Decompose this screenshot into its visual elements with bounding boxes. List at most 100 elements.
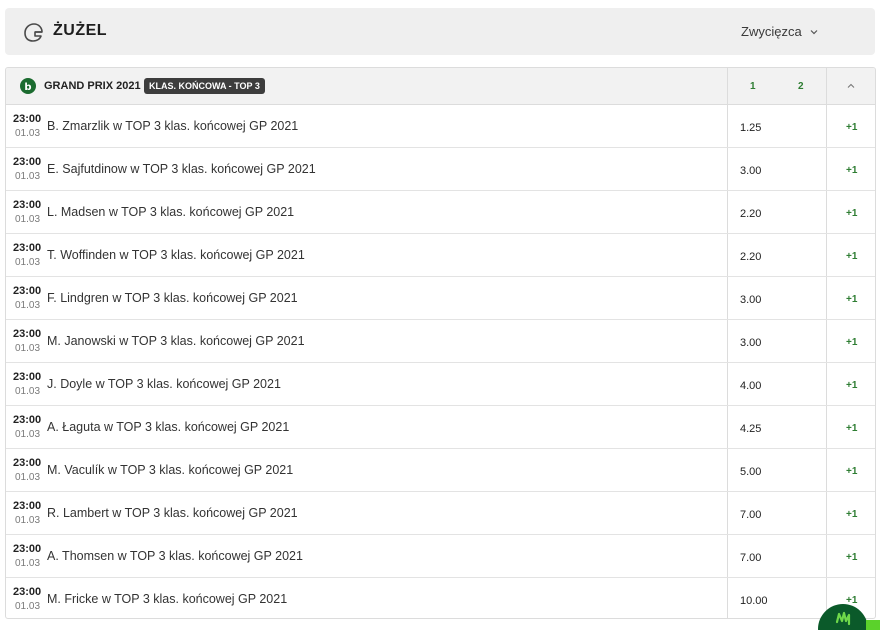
event-name[interactable]: T. Woffinden w TOP 3 klas. końcowej GP 2… — [47, 248, 305, 262]
event-time: 23:00 — [13, 156, 42, 168]
odds-button[interactable]: 2.20 — [727, 234, 826, 276]
event-date: 01.03 — [15, 214, 41, 225]
event-time: 23:00 — [13, 586, 42, 598]
more-markets-count: +1 — [846, 337, 858, 348]
page-title: ŻUŻEL — [53, 22, 108, 39]
more-markets-button[interactable]: +1 — [826, 449, 875, 491]
odds-button[interactable]: 7.00 — [727, 492, 826, 534]
more-markets-button[interactable]: +1 — [826, 406, 875, 448]
event-name[interactable]: J. Doyle w TOP 3 klas. końcowej GP 2021 — [47, 377, 281, 391]
helmet-icon — [24, 23, 43, 42]
more-markets-button[interactable]: +1 — [826, 234, 875, 276]
event-date: 01.03 — [15, 300, 41, 311]
odds-button[interactable]: 7.00 — [727, 535, 826, 577]
odds-button[interactable]: 5.00 — [727, 449, 826, 491]
event-name[interactable]: A. Łaguta w TOP 3 klas. końcowej GP 2021 — [47, 420, 289, 434]
event-time: 23:00 — [13, 242, 42, 254]
event-name[interactable]: R. Lambert w TOP 3 klas. końcowej GP 202… — [47, 506, 298, 520]
odds-value: 2.20 — [740, 251, 762, 263]
more-markets-count: +1 — [846, 165, 858, 176]
collapse-button[interactable] — [826, 68, 875, 104]
more-markets-button[interactable]: +1 — [826, 277, 875, 319]
table-row: 23:00 01.03 A. Thomsen w TOP 3 klas. końco… — [6, 535, 875, 578]
odds-button[interactable]: 10.00 — [727, 578, 826, 618]
chevron-down-icon — [810, 29, 818, 34]
chevron-up-icon — [847, 83, 855, 88]
event-date: 01.03 — [15, 386, 41, 397]
more-markets-button[interactable]: +1 — [826, 105, 875, 147]
event-name[interactable]: A. Thomsen w TOP 3 klas. końcowej GP 202… — [47, 549, 303, 563]
odds-button[interactable]: 4.00 — [727, 363, 826, 405]
more-markets-button[interactable]: +1 — [826, 363, 875, 405]
svg-text:b: b — [24, 82, 31, 93]
event-name[interactable]: M. Fricke w TOP 3 klas. końcowej GP 2021 — [47, 592, 287, 606]
odds-button[interactable]: 3.00 — [727, 148, 826, 190]
event-date: 01.03 — [15, 257, 41, 268]
odds-value: 7.00 — [740, 552, 762, 564]
odds-button[interactable]: 4.25 — [727, 406, 826, 448]
column-header-1: 1 — [750, 81, 756, 92]
table-row: 23:00 01.03 R. Lambert w TOP 3 klas. końco… — [6, 492, 875, 535]
event-time: 23:00 — [13, 328, 42, 340]
more-markets-count: +1 — [846, 552, 858, 563]
event-date: 01.03 — [15, 472, 41, 483]
odds-button[interactable]: 2.20 — [727, 191, 826, 233]
table-row: 23:00 01.03 M. Vaculík w TOP 3 klas. końco… — [6, 449, 875, 492]
odds-button[interactable]: 3.00 — [727, 320, 826, 362]
event-name[interactable]: M. Janowski w TOP 3 klas. końcowej GP 20… — [47, 334, 305, 348]
event-time: 23:00 — [13, 500, 42, 512]
event-date: 01.03 — [15, 601, 41, 612]
odds-value: 4.00 — [740, 380, 762, 392]
odds-button[interactable]: 1.25 — [727, 105, 826, 147]
event-date: 01.03 — [15, 343, 41, 354]
more-markets-button[interactable]: +1 — [826, 492, 875, 534]
chat-fab-icon — [835, 611, 851, 626]
event-name[interactable]: E. Sajfutdinow w TOP 3 klas. końcowej GP… — [47, 162, 316, 176]
sport-header: ŻUŻEL Zwycięzca — [5, 8, 875, 55]
event-list: 23:00 01.03 B. Zmarzlik w TOP 3 klas. końc… — [6, 105, 875, 618]
more-markets-button[interactable]: +1 — [826, 148, 875, 190]
odds-value: 5.00 — [740, 466, 762, 478]
column-header-2: 2 — [798, 81, 804, 92]
event-time: 23:00 — [13, 285, 42, 297]
odds-button[interactable]: 3.00 — [727, 277, 826, 319]
event-time: 23:00 — [13, 457, 42, 469]
event-time: 23:00 — [13, 199, 42, 211]
more-markets-button[interactable]: +1 — [826, 535, 875, 577]
event-time: 23:00 — [13, 414, 42, 426]
odds-value: 3.00 — [740, 337, 762, 349]
event-time: 23:00 — [13, 113, 42, 125]
more-markets-count: +1 — [846, 509, 858, 520]
more-markets-button[interactable]: +1 — [826, 191, 875, 233]
more-markets-count: +1 — [846, 466, 858, 477]
table-row: 23:00 01.03 A. Łaguta w TOP 3 klas. końcow… — [6, 406, 875, 449]
league-header: b GRAND PRIX 2021 KLAS. KOŃCOWA - TOP 3 … — [6, 68, 875, 105]
table-row: 23:00 01.03 T. Woffinden w TOP 3 klas. koń… — [6, 234, 875, 277]
event-name[interactable]: B. Zmarzlik w TOP 3 klas. końcowej GP 20… — [47, 119, 298, 133]
more-markets-button[interactable]: +1 — [826, 320, 875, 362]
league-name: GRAND PRIX 2021 — [44, 80, 141, 92]
chat-fab-button[interactable] — [818, 604, 868, 630]
odds-value: 1.25 — [740, 122, 762, 134]
column-divider — [727, 68, 728, 104]
more-markets-count: +1 — [846, 251, 858, 262]
event-date: 01.03 — [15, 515, 41, 526]
event-name[interactable]: M. Vaculík w TOP 3 klas. końcowej GP 202… — [47, 463, 293, 477]
table-row: 23:00 01.03 E. Sajfutdinow w TOP 3 klas. k… — [6, 148, 875, 191]
table-row: 23:00 01.03 B. Zmarzlik w TOP 3 klas. końc… — [6, 105, 875, 148]
table-row: 23:00 01.03 F. Lindgren w TOP 3 klas. końc… — [6, 277, 875, 320]
more-markets-count: +1 — [846, 380, 858, 391]
odds-value: 3.00 — [740, 294, 762, 306]
more-markets-count: +1 — [846, 208, 858, 219]
more-markets-count: +1 — [846, 423, 858, 434]
market-dropdown-value: Zwycięzca — [741, 24, 802, 39]
event-name[interactable]: F. Lindgren w TOP 3 klas. końcowej GP 20… — [47, 291, 298, 305]
market-dropdown[interactable]: Zwycięzca — [741, 24, 819, 39]
table-row: 23:00 01.03 M. Janowski w TOP 3 klas. końc… — [6, 320, 875, 363]
event-time: 23:00 — [13, 543, 42, 555]
fab-accent — [866, 620, 880, 630]
odds-value: 7.00 — [740, 509, 762, 521]
table-row: 23:00 01.03 L. Madsen w TOP 3 klas. końcow… — [6, 191, 875, 234]
more-markets-count: +1 — [846, 122, 858, 133]
event-name[interactable]: L. Madsen w TOP 3 klas. końcowej GP 2021 — [47, 205, 294, 219]
